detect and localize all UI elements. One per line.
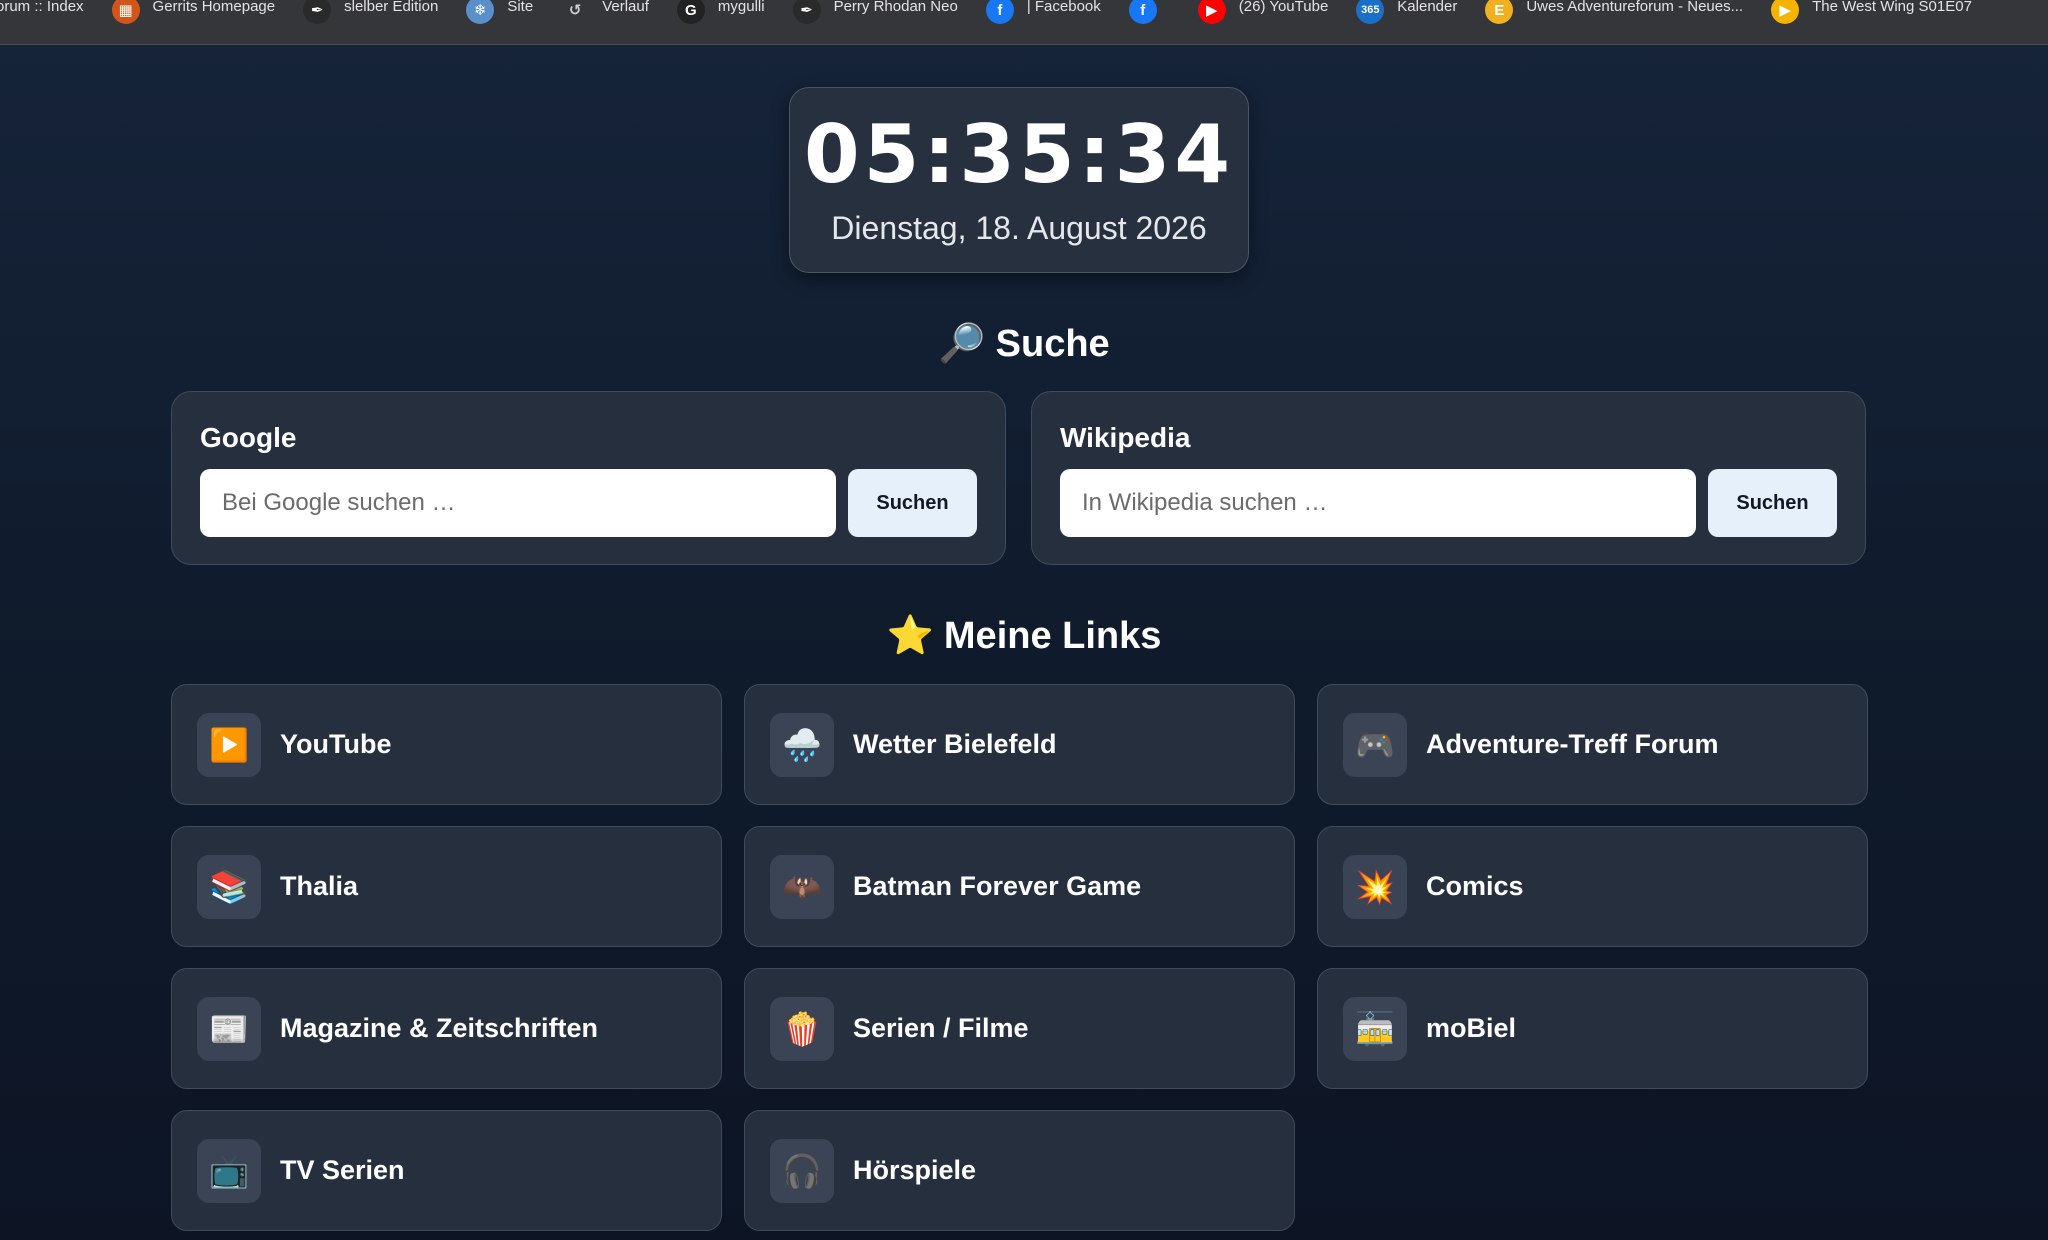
link-tile-label: moBiel (1426, 1013, 1517, 1043)
popcorn-icon: 🍿 (770, 996, 834, 1061)
bookmark-favicon-icon: ▶ (1197, 0, 1226, 24)
bookmark-item[interactable]: f (1115, 0, 1184, 24)
tram-icon: 🚋 (1343, 996, 1407, 1061)
bookmark-favicon-icon: f (985, 0, 1014, 24)
bookmark-favicon-icon: ✒ (792, 0, 821, 24)
newspaper-icon: 📰 (197, 996, 261, 1061)
google-search-card: Google Suchen (171, 391, 1006, 565)
google-search-input[interactable] (200, 469, 836, 537)
link-tile[interactable]: 🎧 Hörspiele (744, 1110, 1295, 1231)
bookmark-favicon-icon: ▶ (1771, 0, 1800, 24)
wikipedia-search-card: Wikipedia Suchen (1031, 391, 1866, 565)
bookmark-item[interactable]: 365 Kalender (1342, 0, 1471, 24)
explosion-icon: 💥 (1343, 854, 1407, 919)
books-icon: 📚 (197, 854, 261, 919)
link-tile-label: Thalia (280, 871, 359, 901)
link-tile[interactable]: 🎮 Adventure-Treff Forum (1317, 684, 1868, 805)
links-heading: ⭐ Meine Links (0, 614, 2048, 658)
weather-icon: 🌧️ (770, 712, 834, 777)
bookmark-label: Kalender (1397, 0, 1458, 15)
bookmark-favicon-icon: ✒ (303, 0, 332, 24)
bookmark-item[interactable]: Gmygulli (663, 0, 779, 24)
wikipedia-label: Wikipedia (1060, 422, 1191, 453)
bookmark-label: Perry Rhodan Neo (833, 0, 958, 15)
bookmark-item[interactable]: ▦ Gerrits Homepage (98, 0, 290, 24)
link-tile[interactable]: 📺 TV Serien (171, 1110, 722, 1231)
bookmark-favicon-icon: ❄ (466, 0, 495, 24)
link-tile-label: Hörspiele (853, 1155, 977, 1185)
link-tile[interactable]: 🦇 Batman Forever Game (744, 826, 1295, 947)
bookmark-label: Gerrits Homepage (152, 0, 276, 15)
play-icon: ▶️ (197, 712, 261, 777)
clock-date: Dienstag, 18. August 2026 (831, 210, 1207, 246)
bookmark-label: | Facebook (1026, 0, 1101, 15)
bookmark-label: The West Wing S01E07 (1812, 0, 1972, 15)
bookmark-label: orum :: Index (0, 0, 84, 15)
tv-icon: 📺 (197, 1138, 261, 1203)
bookmark-item[interactable]: orum :: Index (0, 0, 98, 16)
link-tile-label: Batman Forever Game (853, 871, 1142, 901)
link-tile-label: Wetter Bielefeld (853, 729, 1057, 759)
bookmark-label: Uwes Adventureforum - Neues... (1526, 0, 1744, 15)
search-heading-text: Suche (995, 323, 1110, 365)
link-tile[interactable]: ▶️ YouTube (171, 684, 722, 805)
bookmark-item[interactable]: f | Facebook (972, 0, 1115, 24)
bookmarks-bar: orum :: Index ▦ Gerrits Homepage ✒ slelber E… (0, 0, 2048, 45)
bookmark-label: Verlauf (602, 0, 649, 15)
bookmark-favicon-icon: ↺ (568, 2, 582, 19)
bookmark-item[interactable]: ✒ Perry Rhodan Neo (779, 0, 972, 24)
bookmark-item[interactable]: ↺ Verlauf (547, 0, 663, 19)
link-tile-label: Serien / Filme (853, 1013, 1029, 1043)
bookmark-favicon-icon: ▦ (111, 0, 140, 24)
link-tile-label: TV Serien (280, 1155, 405, 1185)
bookmark-favicon-icon: G (676, 0, 705, 24)
link-tile-label: Magazine & Zeitschriften (280, 1013, 599, 1043)
bookmark-item[interactable]: ▶ (26) YouTube (1184, 0, 1343, 24)
bookmark-label: slelber Edition (344, 0, 439, 15)
links-heading-text: Meine Links (943, 615, 1162, 657)
gamepad-icon: 🎮 (1343, 712, 1407, 777)
bookmark-favicon-icon: f (1128, 0, 1157, 24)
wikipedia-search-button[interactable]: Suchen (1708, 469, 1837, 537)
link-tile[interactable]: 🌧️ Wetter Bielefeld (744, 684, 1295, 805)
wikipedia-search-input[interactable] (1060, 469, 1696, 537)
bookmark-item[interactable]: ✒ slelber Edition (289, 0, 452, 24)
search-heading: 🔎 Suche (0, 322, 2048, 366)
bookmark-label: mygulli (717, 0, 765, 15)
star-icon: ⭐ (886, 615, 934, 657)
bookmark-favicon-icon: E (1485, 0, 1514, 24)
clock-widget: 05:35:34 Dienstag, 18. August 2026 (789, 87, 1249, 273)
bookmark-item[interactable]: E Uwes Adventureforum - Neues... (1471, 0, 1757, 24)
link-tile-label: Comics (1426, 871, 1524, 901)
link-tile[interactable]: 🍿 Serien / Filme (744, 968, 1295, 1089)
clock-time: 05:35:34 (804, 108, 1234, 201)
google-label: Google (200, 422, 297, 453)
bookmark-favicon-icon: 365 (1356, 0, 1385, 24)
bat-icon: 🦇 (770, 854, 834, 919)
bookmark-item[interactable]: ▶ The West Wing S01E07 (1757, 0, 1986, 24)
magnifier-icon: 🔎 (938, 323, 986, 365)
bookmark-label: (26) YouTube (1238, 0, 1329, 15)
link-tile[interactable]: 💥 Comics (1317, 826, 1868, 947)
bookmark-item[interactable]: ❄ Site (452, 0, 547, 24)
link-tile[interactable]: 📰 Magazine & Zeitschriften (171, 968, 722, 1089)
link-tile[interactable]: 📚 Thalia (171, 826, 722, 947)
bookmark-label: Site (507, 0, 534, 15)
link-tile-label: YouTube (280, 729, 392, 759)
headphones-icon: 🎧 (770, 1138, 834, 1203)
google-search-button[interactable]: Suchen (848, 469, 977, 537)
link-tile-label: Adventure-Treff Forum (1426, 729, 1719, 759)
link-tile[interactable]: 🚋 moBiel (1317, 968, 1868, 1089)
